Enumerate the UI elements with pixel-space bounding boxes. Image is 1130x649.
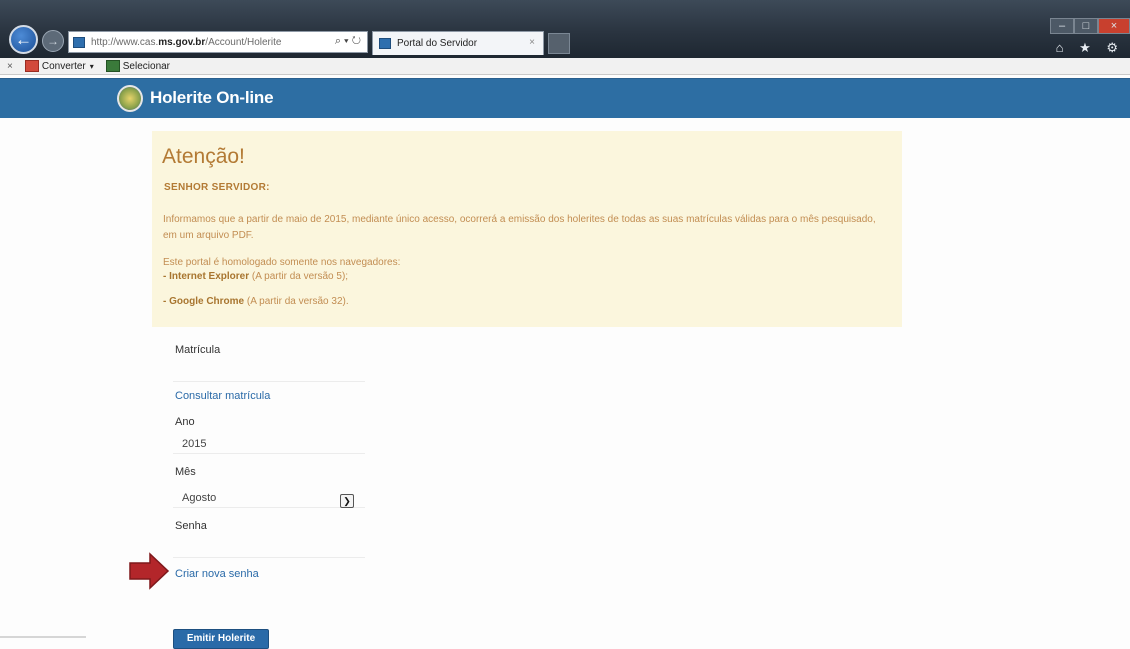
mes-label: Mês <box>175 466 196 478</box>
attention-alert: Atenção! SENHOR SERVIDOR: Informamos que… <box>152 131 902 327</box>
ano-label: Ano <box>175 416 195 428</box>
converter-button[interactable]: Converter ▾ <box>24 60 94 72</box>
tab-portal-do-servidor[interactable]: Portal do Servidor × <box>372 31 544 55</box>
minimize-button[interactable]: – <box>1050 18 1074 34</box>
chevron-down-icon: ▾ <box>89 61 94 71</box>
window-controls: – □ × <box>1050 18 1130 34</box>
senha-input[interactable] <box>173 534 365 558</box>
home-favorites-settings-icons[interactable]: ⌂ ★ ⚙ <box>1056 40 1124 56</box>
browser-ie-line: - Internet Explorer (A partir da versão … <box>163 271 349 282</box>
site-title[interactable]: Holerite On-line <box>150 88 274 108</box>
close-window-button[interactable]: × <box>1098 18 1130 34</box>
selecionar-button[interactable]: Selecionar <box>105 60 171 72</box>
page-edge-mark <box>0 636 86 638</box>
tab-title: Portal do Servidor <box>397 38 478 49</box>
emitir-holerite-button[interactable]: Emitir Holerite <box>173 629 269 649</box>
address-bar[interactable]: http://www.cas.ms.gov.br/Account/Holerit… <box>68 31 368 53</box>
browser-chrome-line: - Google Chrome (A partir da versão 32). <box>163 296 349 307</box>
state-coat-of-arms-logo <box>117 85 143 112</box>
forward-button[interactable]: → <box>42 30 64 52</box>
back-arrow-icon: ← <box>15 30 32 49</box>
consultar-matricula-link[interactable]: Consultar matrícula <box>175 390 270 402</box>
site-favicon-icon <box>73 36 85 48</box>
mes-value: Agosto <box>182 492 217 504</box>
pdf-convert-icon <box>24 60 39 72</box>
alert-paragraph-pdf: Informamos que a partir de maio de 2015,… <box>163 214 876 241</box>
new-tab-button[interactable] <box>548 33 570 54</box>
maximize-button[interactable]: □ <box>1074 18 1098 34</box>
command-bar-close-icon[interactable]: × <box>7 61 13 72</box>
command-bar: × Converter ▾ Selecionar <box>0 58 1130 75</box>
criar-nova-senha-link[interactable]: Criar nova senha <box>175 568 259 580</box>
matricula-label: Matrícula <box>175 344 221 356</box>
ano-value: 2015 <box>182 438 207 450</box>
senha-label: Senha <box>175 520 207 532</box>
back-button[interactable]: ← <box>9 25 38 54</box>
forward-arrow-icon: → <box>47 34 59 48</box>
select-icon <box>105 60 120 72</box>
browser-chrome: ← → http://www.cas.ms.gov.br/Account/Hol… <box>0 0 1130 58</box>
red-arrow-pointer-icon <box>129 552 170 590</box>
chevron-down-icon[interactable]: ❯ <box>340 494 354 508</box>
converter-label: Converter <box>41 60 86 72</box>
alert-title: Atenção! <box>162 145 245 168</box>
url-text: http://www.cas.ms.gov.br/Account/Holerit… <box>91 36 282 48</box>
tab-close-icon[interactable]: × <box>529 37 535 48</box>
matricula-input[interactable] <box>173 358 365 382</box>
alert-paragraph-browsers: Este portal é homologado somente nos nav… <box>163 257 401 268</box>
alert-subtitle: SENHOR SERVIDOR: <box>164 182 270 193</box>
site-header: Holerite On-line <box>0 78 1130 118</box>
search-refresh-icons[interactable]: ⌕ ▾ ↻ <box>335 35 361 48</box>
selecionar-label: Selecionar <box>122 60 171 72</box>
tab-favicon-icon <box>379 38 391 49</box>
